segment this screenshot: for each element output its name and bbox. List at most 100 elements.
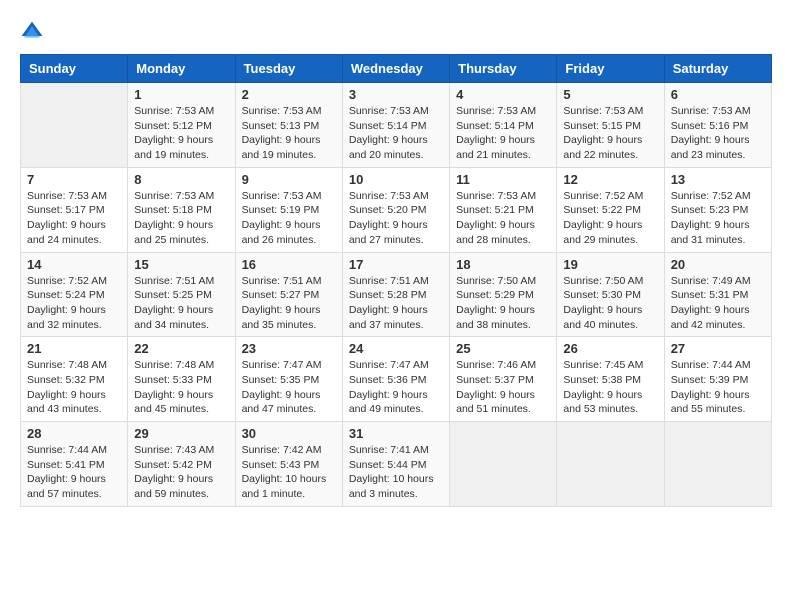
day-info: Sunrise: 7:50 AMSunset: 5:29 PMDaylight:… bbox=[456, 274, 550, 333]
calendar-cell: 11 Sunrise: 7:53 AMSunset: 5:21 PMDayligh… bbox=[450, 167, 557, 252]
day-number: 17 bbox=[349, 257, 443, 272]
calendar-cell: 13 Sunrise: 7:52 AMSunset: 5:23 PMDayligh… bbox=[664, 167, 771, 252]
calendar-cell: 23Sunrise: 7:47 AMSunset: 5:35 PMDayligh… bbox=[235, 337, 342, 422]
calendar-cell: 21Sunrise: 7:48 AMSunset: 5:32 PMDayligh… bbox=[21, 337, 128, 422]
day-info: Sunrise: 7:45 AMSunset: 5:38 PMDaylight:… bbox=[563, 358, 657, 417]
day-number: 18 bbox=[456, 257, 550, 272]
calendar-cell: 25 Sunrise: 7:46 AMSunset: 5:37 PMDayligh… bbox=[450, 337, 557, 422]
day-info: Sunrise: 7:44 AMSunset: 5:41 PMDaylight:… bbox=[27, 443, 121, 502]
day-number: 8 bbox=[134, 172, 228, 187]
day-number: 25 bbox=[456, 341, 550, 356]
day-info: Sunrise: 7:46 AMSunset: 5:37 PMDaylight:… bbox=[456, 358, 550, 417]
day-number: 10 bbox=[349, 172, 443, 187]
day-info: Sunrise: 7:53 AMSunset: 5:14 PMDaylight:… bbox=[456, 104, 550, 163]
day-info: Sunrise: 7:52 AMSunset: 5:22 PMDaylight:… bbox=[563, 189, 657, 248]
day-info: Sunrise: 7:53 AMSunset: 5:19 PMDaylight:… bbox=[242, 189, 336, 248]
day-number: 7 bbox=[27, 172, 121, 187]
calendar-week-1: 1Sunrise: 7:53 AMSunset: 5:12 PMDaylight… bbox=[21, 83, 772, 168]
calendar-cell: 10 Sunrise: 7:53 AMSunset: 5:20 PMDayligh… bbox=[342, 167, 449, 252]
day-number: 29 bbox=[134, 426, 228, 441]
weekday-header-friday: Friday bbox=[557, 55, 664, 83]
calendar-week-2: 7 Sunrise: 7:53 AMSunset: 5:17 PMDaylight… bbox=[21, 167, 772, 252]
day-info: Sunrise: 7:53 AMSunset: 5:14 PMDaylight:… bbox=[349, 104, 443, 163]
calendar-cell: 6Sunrise: 7:53 AMSunset: 5:16 PMDaylight… bbox=[664, 83, 771, 168]
weekday-header-sunday: Sunday bbox=[21, 55, 128, 83]
calendar-cell: 29 Sunrise: 7:43 AMSunset: 5:42 PMDayligh… bbox=[128, 422, 235, 507]
calendar-cell: 2 Sunrise: 7:53 AMSunset: 5:13 PMDaylight… bbox=[235, 83, 342, 168]
calendar-week-3: 14 Sunrise: 7:52 AMSunset: 5:24 PMDayligh… bbox=[21, 252, 772, 337]
calendar-cell: 9 Sunrise: 7:53 AMSunset: 5:19 PMDaylight… bbox=[235, 167, 342, 252]
calendar: SundayMondayTuesdayWednesdayThursdayFrid… bbox=[20, 54, 772, 507]
calendar-cell: 28Sunrise: 7:44 AMSunset: 5:41 PMDayligh… bbox=[21, 422, 128, 507]
day-info: Sunrise: 7:42 AMSunset: 5:43 PMDaylight:… bbox=[242, 443, 336, 502]
day-number: 11 bbox=[456, 172, 550, 187]
day-info: Sunrise: 7:47 AMSunset: 5:36 PMDaylight:… bbox=[349, 358, 443, 417]
day-number: 12 bbox=[563, 172, 657, 187]
calendar-cell: 22 Sunrise: 7:48 AMSunset: 5:33 PMDayligh… bbox=[128, 337, 235, 422]
calendar-cell: 15 Sunrise: 7:51 AMSunset: 5:25 PMDayligh… bbox=[128, 252, 235, 337]
day-info: Sunrise: 7:47 AMSunset: 5:35 PMDaylight:… bbox=[242, 358, 336, 417]
day-number: 24 bbox=[349, 341, 443, 356]
day-number: 9 bbox=[242, 172, 336, 187]
day-info: Sunrise: 7:52 AMSunset: 5:24 PMDaylight:… bbox=[27, 274, 121, 333]
calendar-cell: 5Sunrise: 7:53 AMSunset: 5:15 PMDaylight… bbox=[557, 83, 664, 168]
weekday-header-monday: Monday bbox=[128, 55, 235, 83]
day-number: 3 bbox=[349, 87, 443, 102]
day-info: Sunrise: 7:53 AMSunset: 5:18 PMDaylight:… bbox=[134, 189, 228, 248]
calendar-cell: 7 Sunrise: 7:53 AMSunset: 5:17 PMDaylight… bbox=[21, 167, 128, 252]
day-number: 26 bbox=[563, 341, 657, 356]
calendar-cell: 20 Sunrise: 7:49 AMSunset: 5:31 PMDayligh… bbox=[664, 252, 771, 337]
calendar-cell: 19Sunrise: 7:50 AMSunset: 5:30 PMDayligh… bbox=[557, 252, 664, 337]
calendar-week-5: 28Sunrise: 7:44 AMSunset: 5:41 PMDayligh… bbox=[21, 422, 772, 507]
calendar-cell: 18 Sunrise: 7:50 AMSunset: 5:29 PMDayligh… bbox=[450, 252, 557, 337]
calendar-cell: 31Sunrise: 7:41 AMSunset: 5:44 PMDayligh… bbox=[342, 422, 449, 507]
weekday-header-tuesday: Tuesday bbox=[235, 55, 342, 83]
day-info: Sunrise: 7:53 AMSunset: 5:21 PMDaylight:… bbox=[456, 189, 550, 248]
calendar-cell bbox=[557, 422, 664, 507]
calendar-cell: 14 Sunrise: 7:52 AMSunset: 5:24 PMDayligh… bbox=[21, 252, 128, 337]
day-number: 20 bbox=[671, 257, 765, 272]
day-number: 6 bbox=[671, 87, 765, 102]
calendar-cell: 26 Sunrise: 7:45 AMSunset: 5:38 PMDayligh… bbox=[557, 337, 664, 422]
day-number: 14 bbox=[27, 257, 121, 272]
day-number: 5 bbox=[563, 87, 657, 102]
day-info: Sunrise: 7:44 AMSunset: 5:39 PMDaylight:… bbox=[671, 358, 765, 417]
calendar-cell: 1Sunrise: 7:53 AMSunset: 5:12 PMDaylight… bbox=[128, 83, 235, 168]
calendar-cell: 3 Sunrise: 7:53 AMSunset: 5:14 PMDaylight… bbox=[342, 83, 449, 168]
logo-icon bbox=[20, 20, 44, 44]
weekday-header-wednesday: Wednesday bbox=[342, 55, 449, 83]
day-number: 2 bbox=[242, 87, 336, 102]
calendar-cell: 12 Sunrise: 7:52 AMSunset: 5:22 PMDayligh… bbox=[557, 167, 664, 252]
day-info: Sunrise: 7:51 AMSunset: 5:25 PMDaylight:… bbox=[134, 274, 228, 333]
calendar-cell: 8 Sunrise: 7:53 AMSunset: 5:18 PMDaylight… bbox=[128, 167, 235, 252]
calendar-week-4: 21Sunrise: 7:48 AMSunset: 5:32 PMDayligh… bbox=[21, 337, 772, 422]
day-number: 4 bbox=[456, 87, 550, 102]
day-info: Sunrise: 7:53 AMSunset: 5:13 PMDaylight:… bbox=[242, 104, 336, 163]
calendar-cell: 17 Sunrise: 7:51 AMSunset: 5:28 PMDayligh… bbox=[342, 252, 449, 337]
day-number: 22 bbox=[134, 341, 228, 356]
day-info: Sunrise: 7:51 AMSunset: 5:28 PMDaylight:… bbox=[349, 274, 443, 333]
day-number: 30 bbox=[242, 426, 336, 441]
day-number: 21 bbox=[27, 341, 121, 356]
calendar-cell: 16Sunrise: 7:51 AMSunset: 5:27 PMDayligh… bbox=[235, 252, 342, 337]
logo bbox=[20, 20, 48, 44]
day-number: 13 bbox=[671, 172, 765, 187]
day-number: 15 bbox=[134, 257, 228, 272]
calendar-cell bbox=[664, 422, 771, 507]
day-number: 19 bbox=[563, 257, 657, 272]
day-info: Sunrise: 7:51 AMSunset: 5:27 PMDaylight:… bbox=[242, 274, 336, 333]
day-info: Sunrise: 7:53 AMSunset: 5:12 PMDaylight:… bbox=[134, 104, 228, 163]
day-info: Sunrise: 7:49 AMSunset: 5:31 PMDaylight:… bbox=[671, 274, 765, 333]
weekday-header-thursday: Thursday bbox=[450, 55, 557, 83]
day-number: 31 bbox=[349, 426, 443, 441]
calendar-cell bbox=[21, 83, 128, 168]
day-info: Sunrise: 7:43 AMSunset: 5:42 PMDaylight:… bbox=[134, 443, 228, 502]
day-info: Sunrise: 7:53 AMSunset: 5:20 PMDaylight:… bbox=[349, 189, 443, 248]
calendar-cell: 24 Sunrise: 7:47 AMSunset: 5:36 PMDayligh… bbox=[342, 337, 449, 422]
calendar-cell: 27Sunrise: 7:44 AMSunset: 5:39 PMDayligh… bbox=[664, 337, 771, 422]
day-info: Sunrise: 7:53 AMSunset: 5:17 PMDaylight:… bbox=[27, 189, 121, 248]
day-info: Sunrise: 7:52 AMSunset: 5:23 PMDaylight:… bbox=[671, 189, 765, 248]
day-info: Sunrise: 7:48 AMSunset: 5:33 PMDaylight:… bbox=[134, 358, 228, 417]
calendar-cell bbox=[450, 422, 557, 507]
page-header bbox=[20, 20, 772, 44]
